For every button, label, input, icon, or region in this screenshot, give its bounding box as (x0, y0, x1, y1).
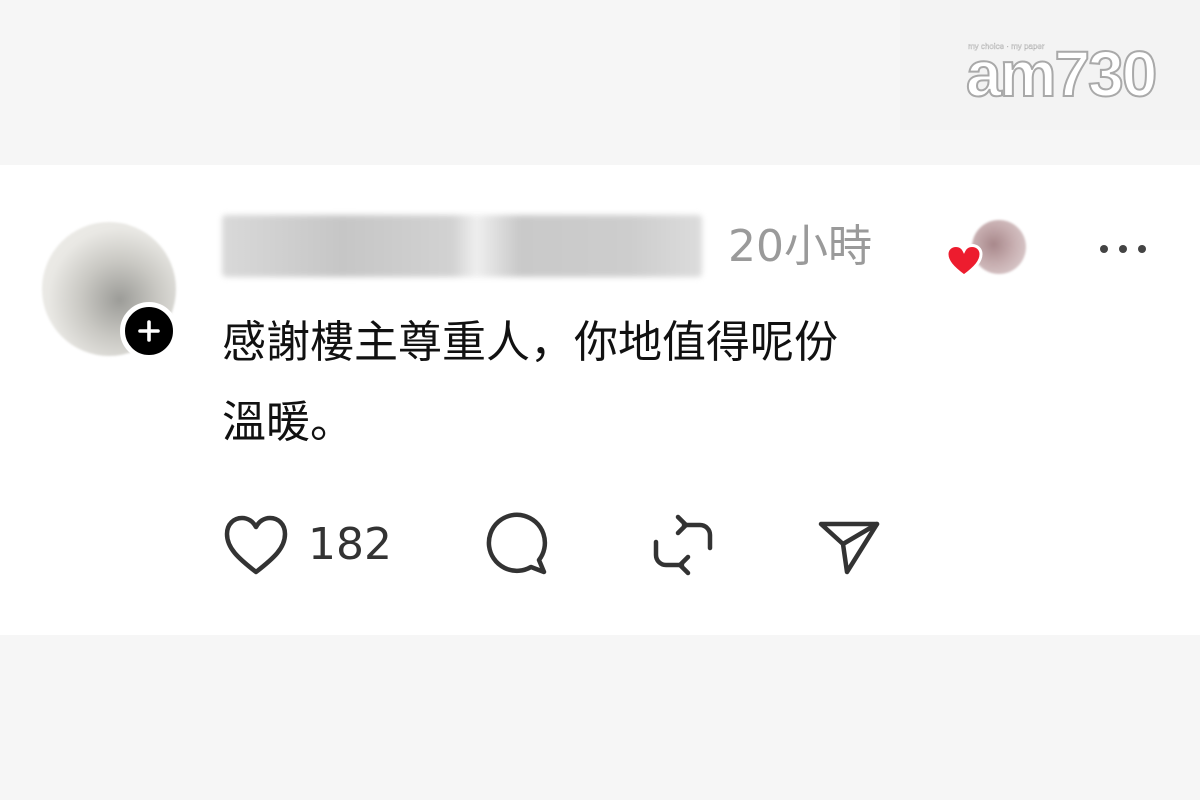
post-timestamp: 20小時 (728, 221, 872, 272)
follow-button[interactable] (120, 302, 178, 360)
like-count: 182 (308, 519, 392, 570)
heart-outline-icon[interactable] (222, 510, 290, 580)
comment-icon[interactable] (484, 510, 554, 580)
username-blurred[interactable] (222, 215, 702, 277)
heart-icon (945, 243, 983, 278)
plus-icon (138, 320, 160, 342)
repost-icon[interactable] (650, 510, 716, 580)
logo-tagline: my choice · my paper (968, 42, 1045, 51)
post-card: 20小時 感謝樓主尊重人，你地值得呢份 溫暖。 182 (0, 165, 1200, 635)
send-icon[interactable] (816, 510, 882, 580)
post-text-line: 溫暖。 (222, 397, 354, 448)
am730-logo: am730 my choice · my paper (962, 32, 1158, 112)
more-dots-icon[interactable] (1096, 231, 1150, 267)
post-text-line: 感謝樓主尊重人，你地值得呢份 (222, 317, 838, 368)
post-text: 感謝樓主尊重人，你地值得呢份 溫暖。 (222, 303, 1022, 463)
bottom-background (0, 635, 1200, 800)
